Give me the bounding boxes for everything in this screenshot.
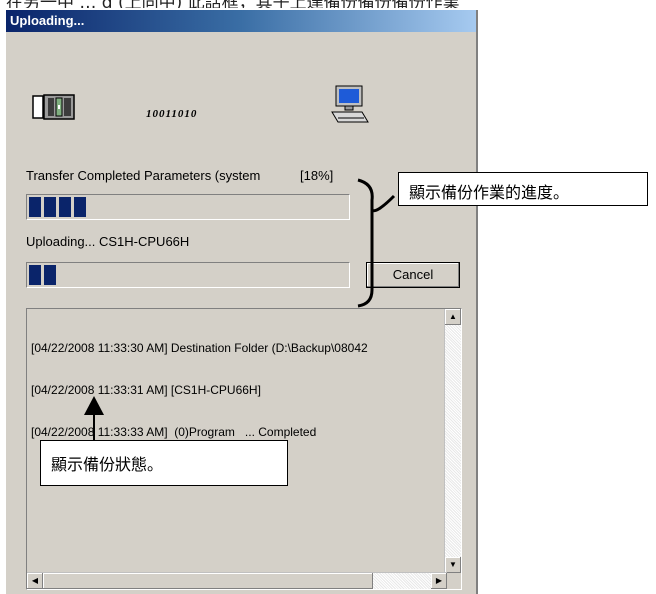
scroll-up-icon[interactable]: ▲ — [445, 309, 461, 325]
window-title: Uploading... — [10, 13, 85, 28]
progress-segment — [59, 197, 71, 217]
log-line: [04/22/2008 11:33:33 AM] (0)Program ... … — [31, 425, 317, 439]
progress-segment — [74, 197, 86, 217]
horizontal-scroll-thumb[interactable] — [43, 573, 373, 589]
plc-icon — [32, 94, 75, 120]
upload-dialog: Uploading... 10011010 Transfer Completed… — [6, 10, 478, 594]
progress-segment — [44, 197, 56, 217]
main-progress-percent: [18%] — [300, 168, 334, 183]
top-caption: 在另一中 … g (上同中) 此話框，其子上達備份備份備份作業 — [6, 0, 656, 8]
computer-icon — [331, 85, 369, 123]
sub-progress-bar — [26, 262, 350, 288]
transfer-bits: 10011010 — [146, 108, 198, 120]
progress-callout: 顯示備份作業的進度。 — [398, 172, 648, 206]
sub-progress-fill — [29, 265, 56, 285]
scroll-right-icon[interactable]: ▶ — [431, 573, 447, 589]
progress-segment — [29, 197, 41, 217]
scroll-left-icon[interactable]: ◀ — [27, 573, 43, 589]
sub-progress-label: Uploading... CS1H-CPU66H — [26, 234, 190, 249]
main-progress-label: Transfer Completed Parameters (system — [26, 168, 261, 183]
title-bar[interactable]: Uploading... — [6, 10, 476, 32]
log-line: [04/22/2008 11:33:31 AM] [CS1H-CPU66H] — [31, 383, 261, 397]
main-progress-bar — [26, 194, 350, 220]
progress-segment — [29, 265, 41, 285]
progress-segment — [44, 265, 56, 285]
horizontal-scrollbar[interactable]: ◀ ▶ — [27, 572, 447, 589]
main-progress-fill — [29, 197, 86, 217]
status-callout: 顯示備份狀態。 — [40, 440, 288, 486]
cancel-button[interactable]: Cancel — [366, 262, 460, 288]
log-line: [04/22/2008 11:33:30 AM] Destination Fol… — [31, 341, 368, 355]
scroll-down-icon[interactable]: ▼ — [445, 557, 461, 573]
vertical-scrollbar[interactable]: ▲ ▼ — [444, 309, 461, 573]
